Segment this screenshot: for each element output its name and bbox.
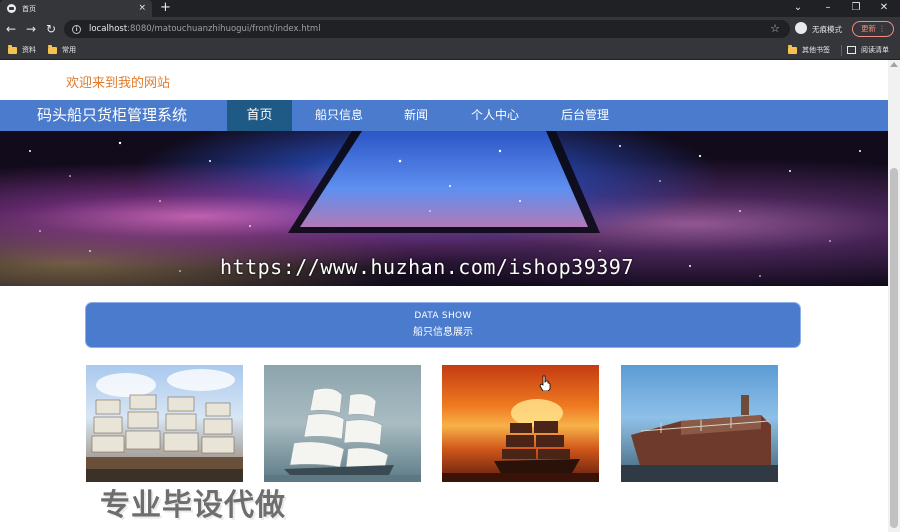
- tall-ship-image: [86, 369, 243, 482]
- hero-banner: https://www.huzhan.com/ishop39397: [0, 131, 888, 286]
- welcome-text: 欢迎来到我的网站: [66, 76, 171, 91]
- tab-search-icon[interactable]: ⌄: [784, 0, 812, 15]
- browser-tab-home[interactable]: 首页 ×: [0, 0, 152, 17]
- url-host: localhost: [89, 24, 128, 34]
- hand-cursor-icon: [539, 375, 551, 391]
- ship-thumbnail[interactable]: [86, 365, 243, 482]
- folder-icon: [788, 44, 797, 54]
- page-scrollbar[interactable]: [888, 60, 900, 532]
- sailing-ship-image: [264, 388, 421, 482]
- data-show-title: DATA SHOW: [414, 311, 472, 321]
- other-bookmarks[interactable]: 其他书签: [788, 44, 830, 55]
- reading-list-icon: [847, 46, 856, 54]
- bookmark-folder-ziliao[interactable]: 资料: [8, 44, 36, 55]
- scrollbar-thumb[interactable]: [890, 168, 898, 528]
- nav-home[interactable]: 首页: [227, 100, 292, 131]
- ship-thumbnail[interactable]: [264, 365, 421, 482]
- browser-tabstrip: 首页 × + ⌄ – ❐ ✕: [0, 0, 900, 17]
- site-brand[interactable]: 码头船只货柜管理系统: [37, 105, 187, 125]
- reload-button[interactable]: ↻: [44, 22, 58, 36]
- data-show-header: DATA SHOW 船只信息展示: [86, 303, 800, 347]
- incognito-icon[interactable]: [795, 22, 807, 34]
- scroll-up-arrow-icon[interactable]: [890, 62, 898, 67]
- site-navbar: 码头船只货柜管理系统 首页 船只信息 新闻 个人中心 后台管理: [0, 100, 888, 131]
- bookmark-folder-changyong[interactable]: 常用: [48, 44, 76, 55]
- back-button[interactable]: ←: [4, 22, 18, 36]
- ship-thumbnail[interactable]: [621, 365, 778, 482]
- bookmark-star-icon[interactable]: ☆: [770, 22, 780, 36]
- incognito-label[interactable]: 无痕模式: [812, 24, 842, 35]
- new-tab-button[interactable]: +: [160, 0, 171, 16]
- close-window-icon[interactable]: ✕: [870, 0, 898, 15]
- bottom-watermark: 专业毕设代做: [100, 488, 286, 523]
- banner-watermark-url: https://www.huzhan.com/ishop39397: [220, 255, 634, 279]
- update-button[interactable]: 更新 ⋮: [852, 21, 894, 37]
- nav-news[interactable]: 新闻: [392, 100, 440, 131]
- ship-thumbnail[interactable]: [442, 365, 599, 482]
- bookmarks-bar: 资料 常用 其他书签 阅读清单: [0, 41, 900, 60]
- bookmark-label: 常用: [62, 46, 76, 54]
- reading-list-label: 阅读清单: [861, 46, 889, 54]
- web-page: 欢迎来到我的网站 码头船只货柜管理系统 首页 船只信息 新闻 个人中心 后台管理: [0, 60, 888, 532]
- folder-icon: [8, 44, 17, 54]
- close-tab-icon[interactable]: ×: [138, 2, 146, 14]
- address-bar[interactable]: i localhost:8080/matouchuanzhihuogui/fro…: [64, 20, 790, 38]
- restore-icon[interactable]: ❐: [842, 0, 870, 15]
- nav-personal-center[interactable]: 个人中心: [460, 100, 530, 131]
- reading-list[interactable]: 阅读清单: [847, 45, 889, 55]
- nav-admin[interactable]: 后台管理: [550, 100, 620, 131]
- sunset-ship-image: [442, 399, 599, 482]
- globe-icon: [7, 4, 16, 13]
- site-info-icon[interactable]: i: [72, 24, 81, 34]
- other-bookmarks-label: 其他书签: [802, 46, 830, 54]
- bookmarks-divider: [841, 45, 842, 56]
- rusted-ship-image: [621, 395, 778, 482]
- tab-title: 首页: [22, 4, 36, 13]
- data-show-subtitle: 船只信息展示: [413, 327, 473, 338]
- nav-ship-info[interactable]: 船只信息: [304, 100, 374, 131]
- url-path: :8080/matouchuanzhihuogui/front/index.ht…: [127, 24, 321, 34]
- folder-icon: [48, 44, 57, 54]
- bookmark-label: 资料: [22, 46, 36, 54]
- forward-button[interactable]: →: [24, 22, 38, 36]
- minimize-icon[interactable]: –: [814, 0, 842, 15]
- browser-toolbar: ← → ↻ i localhost:8080/matouchuanzhihuog…: [0, 17, 900, 41]
